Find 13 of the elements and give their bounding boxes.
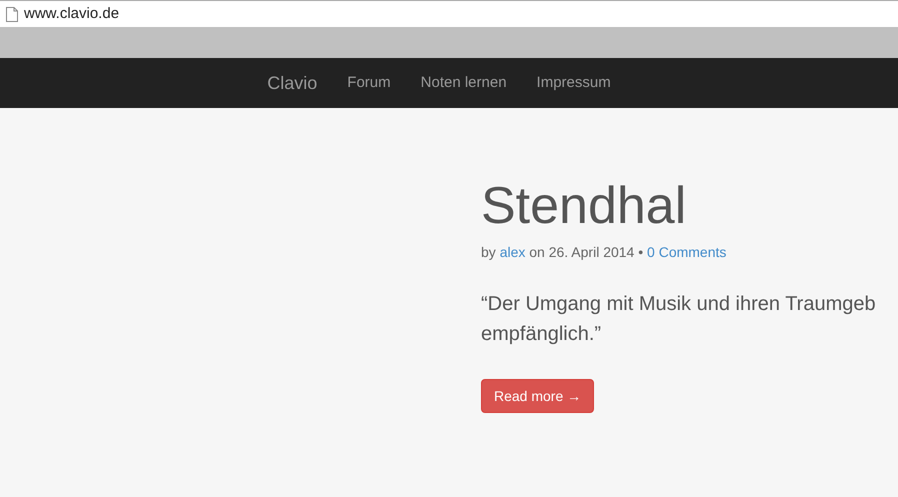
post-title: Stendhal bbox=[481, 178, 688, 234]
nav-link[interactable]: Impressum bbox=[536, 72, 611, 94]
read-more-button[interactable]: Read more → bbox=[481, 379, 594, 413]
url-text[interactable]: www.clavio.de bbox=[24, 2, 120, 26]
post-excerpt: “Der Umgang mit Musik und ihren Traumgeb bbox=[481, 292, 877, 317]
nav-link[interactable]: Noten lernen bbox=[420, 72, 507, 94]
nav-link[interactable]: Forum bbox=[347, 72, 391, 94]
brand-link[interactable]: Clavio bbox=[267, 70, 318, 96]
author-link[interactable]: alex bbox=[500, 244, 526, 260]
post-excerpt: empfänglich.” bbox=[481, 322, 602, 347]
page-icon bbox=[6, 6, 18, 22]
comments-link[interactable]: 0 Comments bbox=[647, 244, 726, 260]
post-meta: by alex on 26. April 2014 • 0 Comments bbox=[481, 243, 728, 262]
